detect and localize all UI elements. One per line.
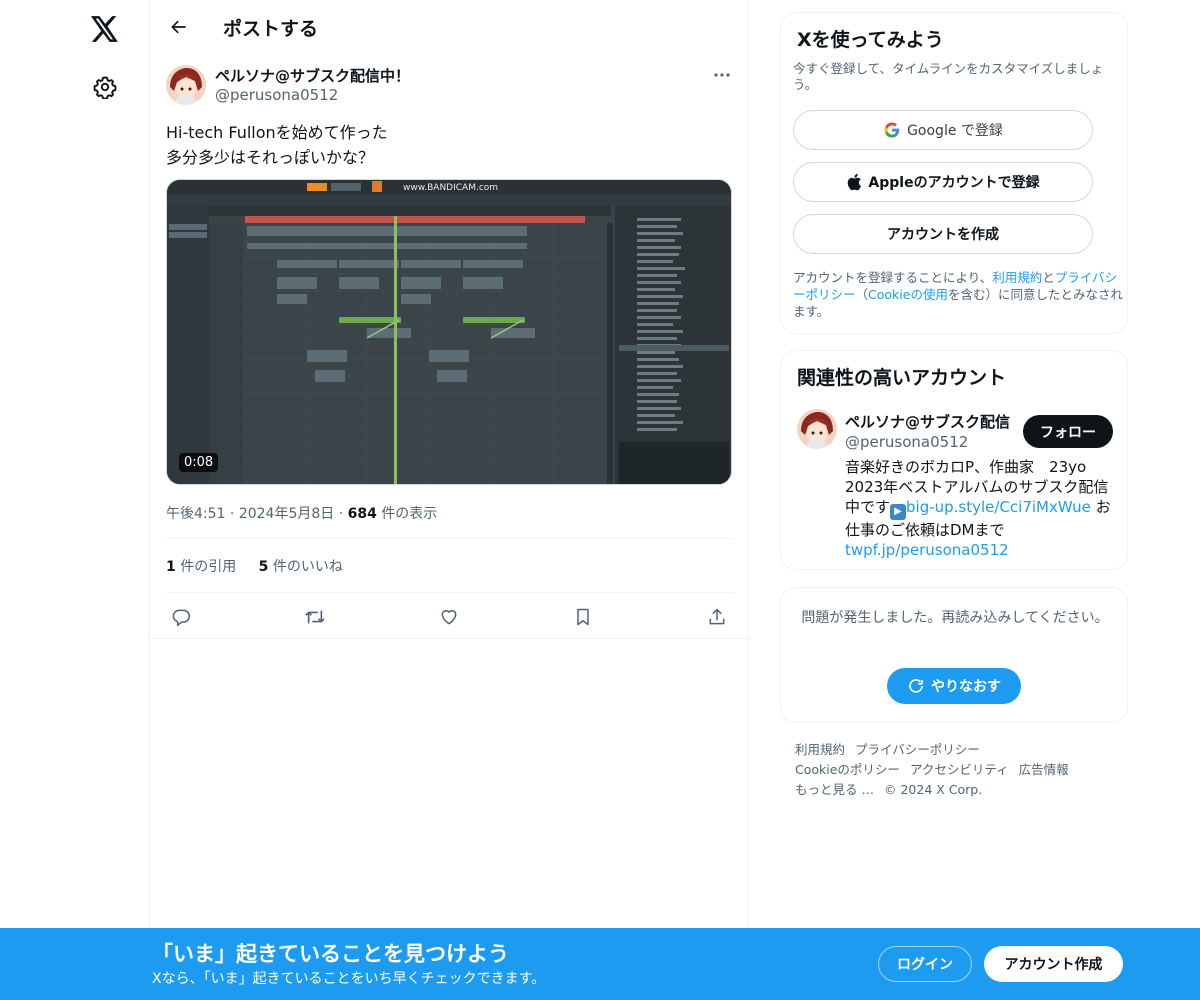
tweet-meta: 午後4:51 · 2024年5月8日 · 684 件の表示 — [166, 506, 438, 522]
related-accounts-card: 関連性の高いアカウント ペルソナ@サブスク配信 @perusona0512 フォ… — [780, 350, 1128, 570]
reply-button[interactable] — [166, 602, 196, 632]
page-title: ポストする — [223, 18, 319, 40]
legal-and: と — [1042, 270, 1055, 285]
bookmark-icon — [577, 608, 589, 626]
banner-signup-button[interactable]: アカウント作成 — [984, 946, 1123, 982]
x-logo-icon[interactable] — [88, 12, 122, 46]
footer-link[interactable]: Cookieのポリシー — [795, 762, 900, 777]
tweet-actions — [166, 600, 734, 632]
video-watermark: www.BANDICAM.com — [403, 183, 498, 193]
copyright: © 2024 X Corp. — [883, 782, 983, 797]
footer-link[interactable]: アクセシビリティ — [910, 762, 1009, 777]
tweet-text-line: 多分多少はそれっぽいかな？ — [166, 148, 375, 167]
banner-title: 「いま」起きていることを見つけよう — [152, 942, 509, 966]
legal-notice: アカウントを登録することにより、利用規約とプライバシーポリシー（Cookieの使… — [793, 269, 1123, 320]
quotes-stat[interactable]: 1 件の引用 — [166, 559, 236, 575]
quotes-count: 1 — [166, 559, 176, 575]
tweet-time[interactable]: 午後4:51 — [166, 506, 225, 522]
page-header: ポストする — [150, 0, 750, 54]
signup-banner: 「いま」起きていることを見つけよう Xなら、「いま」起きていることをいち早くチェ… — [0, 928, 1200, 1000]
terms-link[interactable]: 利用規約 — [992, 270, 1042, 285]
error-card: 問題が発生しました。再読み込みしてください。 やりなおす — [780, 587, 1128, 723]
arrow-left-icon — [171, 20, 186, 34]
retry-button[interactable]: やりなおす — [887, 668, 1021, 704]
tweet-video[interactable]: www.BANDICAM.com 0:08 — [166, 179, 732, 485]
create-account-label: アカウントを作成 — [887, 227, 999, 243]
author-name[interactable]: ペルソナ@サブスク配信中！ — [215, 65, 410, 86]
bio-line: 2023年ベストアルバムのサブスク配信 — [845, 478, 1109, 496]
back-button[interactable] — [164, 12, 194, 42]
signup-subtitle: 今すぐ登録して、タイムラインをカスタマイズしましょう。 — [793, 61, 1104, 92]
related-avatar[interactable] — [797, 409, 837, 449]
bio-link[interactable]: big-up.style/Cci7iMxWue — [906, 498, 1091, 516]
like-button[interactable] — [434, 602, 464, 632]
banner-subtitle: Xなら、「いま」起きていることをいち早くチェックできます。 — [152, 971, 546, 987]
related-handle[interactable]: @perusona0512 — [845, 433, 968, 451]
tweet-stats: 1 件の引用 5 件のいいね — [166, 556, 361, 576]
error-message: 問題が発生しました。再読み込みしてください。 — [801, 610, 1109, 626]
share-icon — [709, 608, 725, 625]
legal-prefix: アカウントを登録することにより、 — [793, 270, 993, 285]
create-account-button[interactable]: アカウントを作成 — [793, 214, 1093, 254]
bio-text: お — [1090, 498, 1111, 516]
retweet-icon — [305, 610, 325, 624]
apple-icon — [848, 173, 862, 191]
related-bio: 音楽好きのボカロP、作曲家 23yo 2023年ベストアルバムのサブスク配信 中… — [845, 457, 1115, 560]
retry-label: やりなおす — [931, 679, 1001, 695]
retweet-button[interactable] — [300, 602, 330, 632]
quotes-label: 件の引用 — [180, 559, 237, 575]
video-thumbnail: www.BANDICAM.com — [167, 180, 731, 484]
gear-icon[interactable] — [90, 72, 120, 102]
apple-signup-button[interactable]: Appleのアカウントで登録 — [793, 162, 1093, 202]
left-nav — [0, 0, 150, 1000]
signup-card: Xを使ってみよう 今すぐ登録して、タイムラインをカスタマイズしましょう。 Goo… — [780, 12, 1128, 334]
like-icon — [441, 610, 457, 625]
more-options-button[interactable] — [710, 65, 734, 85]
main-column: ポストする ペルソナ@サブスク配信中！ @perusona0512 Hi-tec… — [149, 0, 749, 1000]
follow-button[interactable]: フォロー — [1023, 415, 1113, 448]
refresh-icon — [909, 679, 923, 693]
related-name[interactable]: ペルソナ@サブスク配信 — [845, 411, 1010, 432]
views-label: 件の表示 — [381, 506, 438, 522]
bio-link[interactable]: twpf.jp/perusona0512 — [845, 540, 1115, 560]
legal-paren: （ — [855, 287, 869, 302]
likes-label: 件のいいね — [272, 559, 343, 575]
cookie-link[interactable]: Cookieの使用 — [868, 287, 948, 302]
video-duration: 0:08 — [179, 453, 219, 472]
likes-count: 5 — [258, 559, 269, 575]
google-signup-label: Google で登録 — [907, 123, 1003, 139]
tweet-text-line: Hi-tech Fullonを始めて作った — [166, 123, 388, 142]
tweet-date[interactable]: 2024年5月8日 — [239, 506, 334, 522]
bio-text: 中です — [845, 498, 891, 516]
tweet-text: Hi-tech Fullonを始めて作った 多分多少はそれっぽいかな？ — [166, 120, 726, 170]
more-icon — [714, 73, 730, 77]
likes-stat[interactable]: 5 件のいいね — [259, 559, 343, 575]
share-button[interactable] — [702, 602, 732, 632]
footer-link[interactable]: もっと見る … — [795, 782, 874, 797]
footer-link[interactable]: 利用規約 — [795, 742, 845, 757]
reply-icon — [172, 609, 191, 627]
bookmark-button[interactable] — [568, 602, 598, 632]
author-avatar[interactable] — [166, 65, 206, 105]
views-count: 684 — [347, 506, 377, 522]
google-signup-button[interactable]: Google で登録 — [793, 110, 1093, 150]
play-button-icon: ▶ — [890, 504, 907, 520]
footer-links: 利用規約 プライバシーポリシー Cookieのポリシー アクセシビリティ 広告情報 も… — [795, 740, 1115, 800]
bio-line: 音楽好きのボカロP、作曲家 23yo — [845, 458, 1087, 476]
divider — [166, 592, 734, 593]
signup-title: Xを使ってみよう — [797, 29, 944, 51]
bio-line: 中です ▶ big-up.style/Cci7iMxWue お — [845, 497, 1115, 520]
apple-signup-label: Appleのアカウントで登録 — [868, 175, 1040, 191]
google-icon — [884, 122, 900, 138]
footer-link[interactable]: 広告情報 — [1019, 762, 1069, 777]
author-handle[interactable]: @perusona0512 — [215, 86, 338, 104]
related-title: 関連性の高いアカウント — [797, 367, 1007, 389]
divider — [150, 638, 749, 639]
bio-line: 仕事のご依頼はDMまで — [845, 521, 1005, 539]
divider — [166, 538, 734, 539]
login-button[interactable]: ログイン — [878, 946, 972, 982]
footer-link[interactable]: プライバシーポリシー — [855, 742, 980, 757]
